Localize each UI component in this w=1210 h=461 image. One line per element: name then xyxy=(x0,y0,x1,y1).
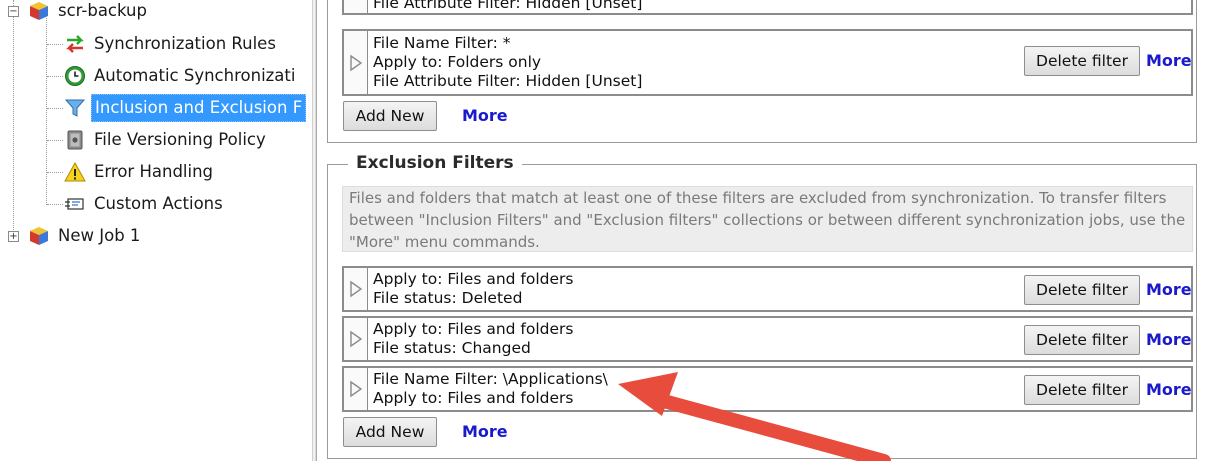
tree-item-new-job-1[interactable]: New Job 1 xyxy=(28,221,143,251)
row-expand-toggle[interactable] xyxy=(344,0,368,13)
tree-item-automatic-synchronization[interactable]: Automatic Synchronizati xyxy=(64,61,298,91)
sync-arrows-icon xyxy=(66,35,84,53)
tree-guide-line xyxy=(47,204,63,205)
more-link[interactable]: More xyxy=(1146,380,1192,399)
tree-item-custom-actions[interactable]: Custom Actions xyxy=(64,189,226,219)
tree-item-scr-backup[interactable]: scr-backup xyxy=(28,0,150,26)
filter-line-1: Apply to: Files and folders xyxy=(373,320,574,338)
custom-actions-icon xyxy=(65,198,84,210)
tree-item-label: Synchronization Rules xyxy=(94,34,276,53)
tree-item-label: Custom Actions xyxy=(94,194,223,213)
filter-name-line: File Name Filter: * xyxy=(373,34,511,52)
filter-line-1: Apply to: Files and folders xyxy=(373,270,574,288)
tree-item-label: Automatic Synchronizati xyxy=(94,66,296,85)
exclusion-filter-row: Apply to: Files and folders File status:… xyxy=(342,266,1193,312)
tree-item-file-versioning-policy[interactable]: File Versioning Policy xyxy=(64,125,269,155)
filter-row-text: File Name Filter: * Apply to: Folders on… xyxy=(373,34,642,91)
delete-filter-button[interactable]: Delete filter xyxy=(1024,375,1140,405)
row-expand-toggle[interactable] xyxy=(344,268,368,310)
inclusion-filter-row: File Name Filter: * Apply to: Folders on… xyxy=(342,29,1193,96)
tree-item-error-handling[interactable]: Error Handling xyxy=(64,157,216,187)
more-link[interactable]: More xyxy=(462,422,508,441)
more-link[interactable]: More xyxy=(1146,280,1192,299)
job-tree: − scr-backup Synchronization Rules Autom… xyxy=(0,0,312,461)
tree-item-label: File Versioning Policy xyxy=(94,130,266,149)
add-new-button[interactable]: Add New xyxy=(343,101,437,131)
exclusion-filter-row: Apply to: Files and folders File status:… xyxy=(342,316,1193,362)
filter-line-1: File Name Filter: \Applications\ xyxy=(373,370,608,388)
filter-line-2: File status: Deleted xyxy=(373,289,523,307)
more-link[interactable]: More xyxy=(1146,51,1192,70)
tree-guide-line xyxy=(47,44,63,45)
exclusion-filters-group: Exclusion Filters Files and folders that… xyxy=(327,153,1197,459)
versioning-safe-icon xyxy=(67,130,83,150)
delete-filter-button[interactable]: Delete filter xyxy=(1024,325,1140,355)
filter-row-text: Apply to: Files and folders File status:… xyxy=(373,270,574,308)
expand-triangle-icon xyxy=(349,330,362,348)
tree-item-label: scr-backup xyxy=(58,1,147,20)
tree-guide-line xyxy=(47,108,63,109)
row-expand-toggle[interactable] xyxy=(344,31,368,94)
tree-guide-line xyxy=(47,76,63,77)
filter-line-2: File status: Changed xyxy=(373,339,531,357)
tree-item-label: New Job 1 xyxy=(58,226,141,245)
tree-item-label: Inclusion and Exclusion F xyxy=(91,94,307,122)
filter-row-text: File Attribute Filter: Hidden [Unset] xyxy=(373,0,643,12)
filter-apply-line: Apply to: Folders only xyxy=(373,53,542,71)
expand-triangle-icon xyxy=(349,380,362,398)
filters-panel: File Attribute Filter: Hidden [Unset] Fi… xyxy=(316,0,1210,461)
collapse-toggle-scr-backup[interactable]: − xyxy=(8,6,19,17)
row-expand-toggle[interactable] xyxy=(344,368,368,410)
group-title: Exclusion Filters xyxy=(348,153,522,173)
exclusion-description: Files and folders that match at least on… xyxy=(342,186,1193,252)
funnel-icon xyxy=(64,99,86,117)
inclusion-filters-group: File Attribute Filter: Hidden [Unset] Fi… xyxy=(327,0,1197,143)
job-cube-icon xyxy=(30,227,48,245)
tree-guide-line xyxy=(47,140,63,141)
add-new-button[interactable]: Add New xyxy=(343,417,437,447)
more-link[interactable]: More xyxy=(462,106,508,125)
job-cube-icon xyxy=(30,2,48,20)
tree-guide-line xyxy=(47,172,63,173)
expand-triangle-icon xyxy=(349,54,362,71)
tree-item-inclusion-exclusion-filters[interactable]: Inclusion and Exclusion F xyxy=(64,93,307,123)
delete-filter-button[interactable]: Delete filter xyxy=(1024,275,1140,305)
tree-guide-line xyxy=(13,0,14,236)
exclusion-filter-row: File Name Filter: \Applications\ Apply t… xyxy=(342,366,1193,412)
tree-item-synchronization-rules[interactable]: Synchronization Rules xyxy=(64,29,279,59)
filter-attribute-line: File Attribute Filter: Hidden [Unset] xyxy=(373,72,643,90)
filter-line-2: Apply to: Files and folders xyxy=(373,389,574,407)
tree-guide-line xyxy=(46,18,47,205)
expand-toggle-new-job-1[interactable]: + xyxy=(8,231,19,242)
filter-row-text: Apply to: Files and folders File status:… xyxy=(373,320,574,358)
expand-triangle-icon xyxy=(349,280,362,298)
filter-row-text: File Name Filter: \Applications\ Apply t… xyxy=(373,370,608,408)
more-link[interactable]: More xyxy=(1146,330,1192,349)
delete-filter-button[interactable]: Delete filter xyxy=(1024,46,1140,76)
row-expand-toggle[interactable] xyxy=(344,318,368,360)
inclusion-filter-row-partial: File Attribute Filter: Hidden [Unset] xyxy=(342,0,1193,15)
tree-item-label: Error Handling xyxy=(94,162,214,181)
clock-icon xyxy=(65,66,85,86)
warning-icon xyxy=(64,161,86,182)
